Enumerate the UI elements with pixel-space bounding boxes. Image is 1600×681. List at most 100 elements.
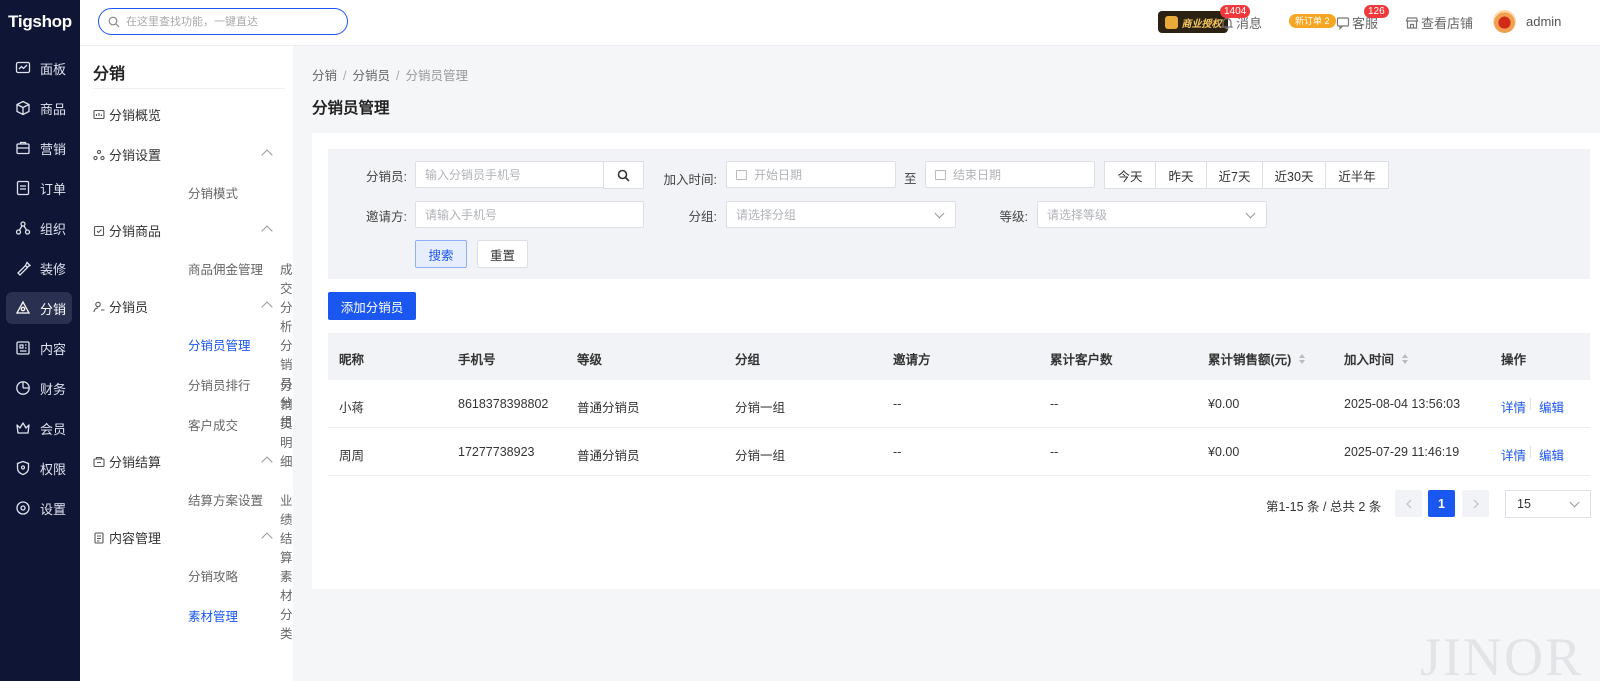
search-input[interactable]: [126, 15, 326, 28]
edit-link[interactable]: 编辑: [1539, 445, 1564, 464]
page-button-current[interactable]: 1: [1428, 490, 1455, 517]
range-yesterday-button[interactable]: 昨天: [1155, 161, 1207, 189]
license-icon: [1164, 15, 1178, 29]
detail-link[interactable]: 详情: [1501, 445, 1526, 464]
edit-link[interactable]: 编辑: [1539, 397, 1564, 416]
sub-sidebar: 分销 分销概览 分销设置 分销模式 分销商品 商品佣金管理 成交分析 分销员 分…: [80, 46, 293, 681]
prev-page-button[interactable]: [1395, 490, 1422, 517]
breadcrumb-separator: /: [396, 69, 400, 83]
next-page-button[interactable]: [1462, 490, 1489, 517]
end-date-field[interactable]: [925, 161, 1095, 188]
nav-item-dashboard[interactable]: 面板: [6, 52, 72, 84]
detail-link[interactable]: 详情: [1501, 397, 1526, 416]
end-date-input[interactable]: [953, 167, 1094, 182]
goods-group-icon: [93, 225, 105, 236]
nav-item-content[interactable]: 内容: [6, 332, 72, 364]
subnav-item[interactable]: 素材分类: [280, 566, 293, 642]
dashboard-icon: [15, 61, 31, 74]
page-size-select[interactable]: 15: [1505, 490, 1591, 518]
messages-count-badge: 1404: [1220, 5, 1251, 18]
nav-item-decorate[interactable]: 装修: [6, 252, 72, 284]
subnav-group-settings[interactable]: 分销设置: [93, 145, 283, 164]
subnav-item[interactable]: 商品佣金管理: [188, 259, 263, 278]
subnav-group-content[interactable]: 内容管理: [93, 528, 283, 547]
action-divider: [1530, 446, 1531, 458]
subnav-item[interactable]: 素材管理: [188, 606, 238, 625]
document-icon: [94, 531, 104, 544]
nav-item-permission[interactable]: 权限: [6, 452, 72, 484]
start-date-input[interactable]: [754, 167, 895, 182]
avatar[interactable]: [1493, 10, 1516, 33]
subnav-item[interactable]: 分销模式: [188, 183, 238, 202]
subnav-item-active[interactable]: 分销员管理: [188, 335, 251, 354]
subnav-group-goods[interactable]: 分销商品: [93, 221, 283, 240]
nav-item-member[interactable]: 会员: [6, 412, 72, 444]
table-row: 小蒋 8618378398802 普通分销员 分销一组 -- -- ¥0.00 …: [328, 380, 1590, 428]
add-distributor-button[interactable]: 添加分销员: [328, 292, 416, 320]
breadcrumb-item[interactable]: 分销员: [353, 69, 391, 83]
decorate-icon: [17, 261, 31, 276]
permission-icon: [16, 460, 30, 476]
sort-icon[interactable]: [1402, 353, 1409, 364]
cell-level: 普通分销员: [577, 449, 640, 463]
collapse-icon: [261, 300, 273, 313]
subnav-group-distributor[interactable]: 分销员: [93, 297, 283, 316]
cell-customers: --: [1050, 445, 1059, 459]
subnav-group-settlement[interactable]: 分销结算: [93, 452, 283, 471]
sales-column-header[interactable]: 累计销售额(元): [1208, 349, 1306, 368]
subnav-overview[interactable]: 分销概览: [93, 105, 161, 124]
range-today-button[interactable]: 今天: [1104, 161, 1156, 189]
distributor-search-button[interactable]: [603, 161, 644, 189]
distributor-phone-field[interactable]: [415, 161, 604, 188]
join-time-label: 加入时间:: [663, 173, 717, 187]
nav-item-orders[interactable]: 订单: [6, 172, 72, 204]
chevron-down-icon: [1569, 497, 1580, 508]
store-icon: [1405, 16, 1419, 29]
subnav-item[interactable]: 分销员排行: [188, 375, 251, 394]
global-search[interactable]: [98, 8, 348, 35]
to-label: 至: [904, 172, 917, 186]
inviter-phone-field[interactable]: [415, 201, 644, 228]
cell-inviter: --: [893, 397, 902, 411]
reset-button[interactable]: 重置: [477, 240, 528, 268]
group-select[interactable]: 请选择分组: [726, 201, 956, 228]
distributor-phone-input[interactable]: [425, 167, 603, 182]
collapse-icon: [261, 148, 273, 161]
range-7days-button[interactable]: 近7天: [1206, 161, 1263, 189]
range-half-year-button[interactable]: 近半年: [1325, 161, 1389, 189]
start-date-field[interactable]: [726, 161, 896, 188]
username[interactable]: admin: [1526, 14, 1561, 29]
subnav-item[interactable]: 分销攻略: [188, 566, 238, 585]
collapse-icon: [261, 455, 273, 468]
view-store-link[interactable]: 查看店铺: [1405, 13, 1473, 32]
chat-icon: [1336, 16, 1350, 30]
nav-item-marketing[interactable]: 营销: [6, 132, 72, 164]
range-30days-button[interactable]: 近30天: [1262, 161, 1326, 189]
nav-label: 设置: [40, 501, 67, 517]
subnav-item[interactable]: 结算方案设置: [188, 490, 263, 509]
sort-icon[interactable]: [1299, 353, 1306, 364]
new-order-badge[interactable]: 新订单 2: [1289, 14, 1336, 28]
level-select[interactable]: 请选择等级: [1037, 201, 1267, 228]
nav-item-goods[interactable]: 商品: [6, 92, 72, 124]
calendar-icon: [935, 169, 946, 180]
breadcrumb-current: 分销员管理: [405, 69, 469, 83]
inviter-phone-input[interactable]: [425, 207, 643, 222]
nav-item-settings[interactable]: 设置: [6, 492, 72, 524]
cell-join-time: 2025-07-29 11:46:19: [1344, 445, 1460, 459]
breadcrumb-item[interactable]: 分销: [312, 69, 337, 83]
join-time-column-header[interactable]: 加入时间: [1344, 349, 1409, 368]
nav-label: 分销: [40, 301, 67, 317]
nav-item-org[interactable]: 组织: [6, 212, 72, 244]
search-button[interactable]: 搜索: [415, 240, 467, 268]
license-badge[interactable]: 商业授权: [1158, 11, 1228, 33]
nav-label: 财务: [40, 381, 67, 397]
column-header-label: 累计销售额(元): [1208, 353, 1292, 367]
cell-group: 分销一组: [735, 449, 786, 463]
nav-item-distribution[interactable]: 分销: [6, 292, 72, 324]
subnav-item[interactable]: 客户成交: [188, 415, 238, 434]
view-store-label: 查看店铺: [1421, 16, 1474, 31]
column-header-label: 加入时间: [1344, 353, 1395, 367]
nav-item-finance[interactable]: 财务: [6, 372, 72, 404]
nav-label: 装修: [40, 261, 67, 277]
